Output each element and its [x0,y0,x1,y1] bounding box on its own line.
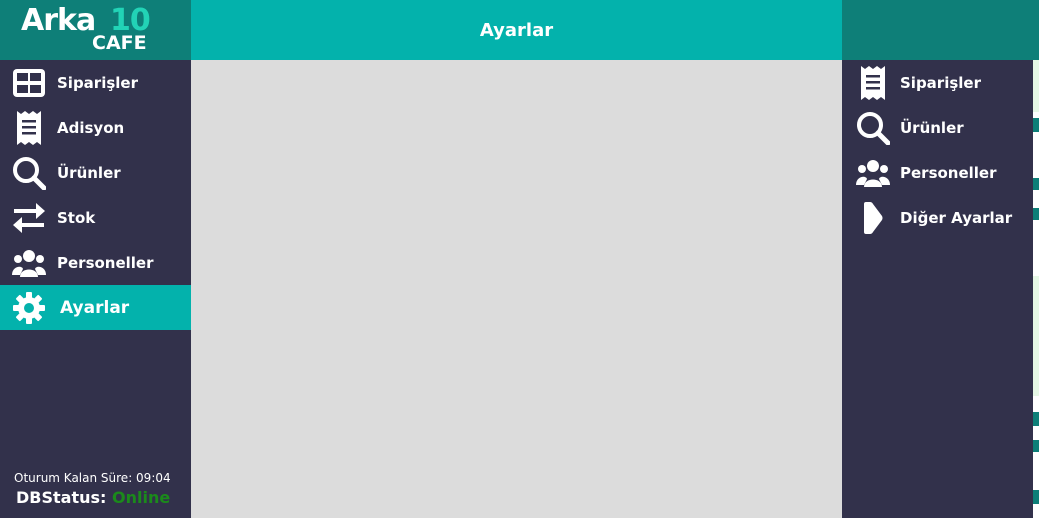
page-header: Ayarlar [191,0,842,60]
settings-item-label: Personeller [900,163,997,182]
swap-arrows-icon [12,201,46,235]
sidebar-item-label: Personeller [57,253,154,272]
settings-panel-header [842,0,1033,60]
settings-item-urunler[interactable]: Ürünler [842,105,1033,150]
main-content [191,60,842,518]
page-title: Ayarlar [479,19,554,41]
gear-icon [12,291,46,325]
receipt-icon [856,65,890,100]
grid-icon [12,66,46,100]
users-icon [856,156,890,190]
sidebar-item-siparisler[interactable]: Siparişler [0,60,191,105]
logo-sub: CAFE [92,32,147,54]
search-icon [12,156,46,190]
settings-item-label: Diğer Ayarlar [900,208,1013,227]
sidebar-item-label: Ayarlar [60,297,130,318]
receipt-icon [12,110,46,145]
sidebar-item-urunler[interactable]: Ürünler [0,150,191,195]
chevron-right-icon [856,201,890,235]
settings-item-label: Siparişler [900,73,981,92]
settings-item-siparisler[interactable]: Siparişler [842,60,1033,105]
sidebar-item-adisyon[interactable]: Adisyon [0,105,191,150]
settings-item-label: Ürünler [900,118,964,137]
logo-word: Arka [21,3,96,38]
settings-item-diger-ayarlar[interactable]: Diğer Ayarlar [842,195,1033,240]
settings-item-personeller[interactable]: Personeller [842,150,1033,195]
sidebar-item-label: Adisyon [57,118,125,137]
sidebar-item-label: Siparişler [57,73,138,92]
sidebar-item-label: Stok [57,208,96,227]
logo[interactable]: Arka 10 CAFE [0,0,191,60]
users-icon [12,246,46,280]
search-icon [856,111,890,145]
sidebar-item-label: Ürünler [57,163,121,182]
background-page-edge [1033,0,1039,518]
db-status-label: DBStatus: [16,488,107,507]
sidebar-item-personeller[interactable]: Personeller [0,240,191,285]
db-status-value: Online [112,488,171,507]
sidebar-item-ayarlar[interactable]: Ayarlar [0,285,191,330]
session-timer: Oturum Kalan Süre: 09:04 [14,471,171,485]
sidebar-item-stok[interactable]: Stok [0,195,191,240]
